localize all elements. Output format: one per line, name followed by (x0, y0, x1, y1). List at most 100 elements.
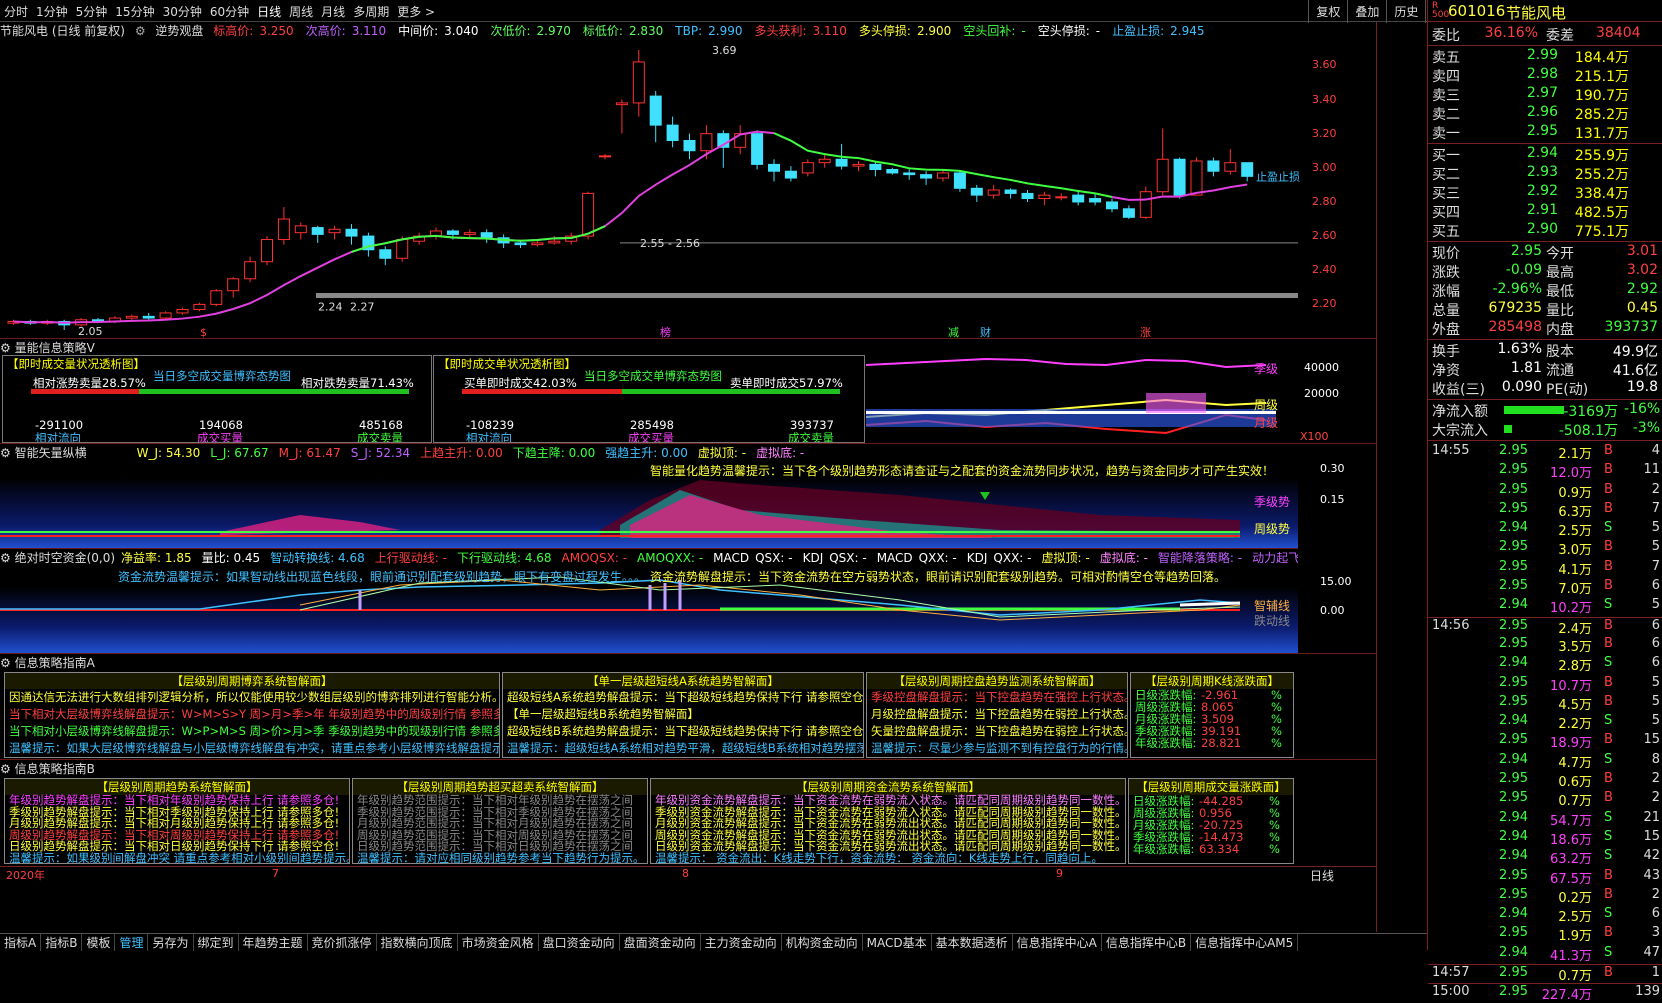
stat2-label: 换手 (1432, 344, 1460, 360)
period-label[interactable]: 日线 (1310, 867, 1334, 884)
tick-side: S (1604, 520, 1613, 536)
tick-volume: 10.7万 (1550, 678, 1592, 694)
order-price: 2.90 (1526, 221, 1558, 237)
order-label: 卖五 (1432, 50, 1460, 66)
toolbar-button-0[interactable]: 复权 (1308, 0, 1347, 23)
event-marker[interactable]: 财 (980, 325, 991, 338)
period-tab-10[interactable]: 更多 > (397, 3, 435, 20)
period-tab-1[interactable]: 1分钟 (36, 3, 68, 20)
candle (852, 163, 865, 167)
stat-label2: 量比 (1546, 303, 1574, 319)
stat-label2: 今开 (1546, 246, 1574, 262)
bottom-tab-16[interactable]: 信息指挥中心A (1013, 934, 1102, 951)
order-volume: 255.2万 (1574, 167, 1629, 183)
pct-label: 年级涨跌幅: (1135, 736, 1197, 750)
event-marker[interactable]: 榜 (660, 325, 671, 338)
stat-row: 涨幅 -2.96% 最低 2.92 (1428, 281, 1662, 300)
bottom-tab-3[interactable]: 管理 (115, 934, 149, 951)
bottom-tab-15[interactable]: 基本数据透析 (932, 934, 1013, 951)
bottom-tab-5[interactable]: 绑定到 (194, 934, 239, 951)
gear-icon[interactable]: ⚙ (0, 551, 15, 564)
box-title: 【层级别周期博弈系统智解面】 (5, 673, 499, 689)
candle (1190, 160, 1203, 196)
tick-count: 6 (1651, 578, 1660, 594)
tick-count: 11 (1643, 462, 1660, 478)
tick-price: 2.94 (1499, 809, 1528, 825)
tick-volume: 4.7万 (1558, 755, 1592, 771)
bottom-tab-7[interactable]: 竞价抓涨停 (308, 934, 377, 951)
bottom-tab-17[interactable]: 信息指挥中心B (1102, 934, 1192, 951)
info-value: 2.830 (628, 24, 664, 38)
box-line: 温馨提示：尽量少参与监测不到有控盘行为的行情。 (871, 741, 1128, 755)
weibi-value: 36.16% (1484, 25, 1538, 41)
gear-icon[interactable]: ⚙ (0, 656, 15, 670)
stock-name: 节能风电 (1506, 4, 1567, 22)
tick-row: 14:57 2.95 0.7万 B 1 (1428, 964, 1662, 984)
period-tab-2[interactable]: 5分钟 (76, 3, 108, 20)
box-title: 【层级别周期控盘趋势监测系统智解面】 (867, 673, 1127, 689)
stat2-label2: 股本 (1546, 344, 1574, 360)
period-tab-9[interactable]: 多周期 (353, 3, 389, 20)
order-volume: 482.5万 (1574, 205, 1629, 221)
bottom-tab-6[interactable]: 年趋势主题 (239, 934, 308, 951)
bottom-tab-18[interactable]: 信息指挥中心AM5 (1191, 934, 1299, 951)
tick-row: 2.94 2.5万 S 6 (1428, 906, 1662, 925)
period-tab-7[interactable]: 周线 (289, 3, 313, 20)
bottom-tab-4[interactable]: 另存为 (148, 934, 194, 951)
period-tab-4[interactable]: 30分钟 (163, 3, 202, 20)
tick-price: 2.95 (1499, 732, 1528, 748)
bottom-tab-11[interactable]: 盘面资金动向 (620, 934, 701, 951)
p3-item: 智能降落策略: - (1157, 551, 1243, 564)
candlestick-chart[interactable]: 3.69 2.05 2.55 - 2.56 2.24 2.27 止盈止损 $ 榜 减 财 涨 (0, 40, 1376, 338)
bottom-tab-13[interactable]: 机构资金动向 (782, 934, 863, 951)
candle (953, 172, 966, 189)
tick-side: B (1604, 500, 1613, 516)
flow-label: 净流入额 (1432, 404, 1488, 420)
tick-row: 2.95 0.7万 B 2 (1428, 790, 1662, 809)
info-value: 2.970 (536, 24, 571, 38)
event-marker[interactable]: $ (200, 326, 207, 338)
bar-green (139, 389, 409, 394)
tick-price: 2.95 (1499, 886, 1528, 902)
order-price: 2.98 (1526, 66, 1558, 82)
period-tab-3[interactable]: 15分钟 (115, 3, 154, 20)
bottom-tab-0[interactable]: 指标A (0, 934, 42, 951)
period-tab-0[interactable]: 分时 (4, 3, 28, 20)
flow-label: 大宗流入 (1432, 423, 1488, 439)
gear-icon[interactable]: ⚙ (0, 341, 15, 355)
period-tab-6[interactable]: 日线 (257, 3, 281, 20)
panel1-header: ⚙ 量能信息策略V (0, 338, 1376, 355)
bottom-tab-9[interactable]: 市场资金风格 (458, 934, 539, 951)
stat2-value: 0.090 (1501, 379, 1542, 395)
gear-icon[interactable]: ⚙ (0, 446, 15, 460)
tick-side: S (1604, 713, 1613, 729)
box-panelA-b4: 【层级别周期K线涨跌面】 日级涨跌幅: -2.961% 周级涨跌幅: 8.065% 月级涨… (1130, 672, 1294, 758)
bottom-tabs: 指标A 指标B 模板 管理 另存为 绑定到 年趋势主题 竞价抓涨停 指数横向顶底 市场资金风格 盘口… (0, 933, 1440, 951)
period-tab-5[interactable]: 60分钟 (210, 3, 249, 20)
tick-side: S (1604, 809, 1613, 825)
tick-row: 2.95 4.5万 B 5 (1428, 694, 1662, 713)
tick-volume: 2.8万 (1558, 659, 1592, 675)
gear-icon[interactable]: ⚙ (0, 762, 15, 776)
order-price: 2.94 (1526, 145, 1558, 161)
toolbar-button-1[interactable]: 叠加 (1347, 0, 1386, 23)
toolbar-button-2[interactable]: 历史 (1386, 0, 1425, 23)
candle (920, 174, 933, 179)
event-marker[interactable]: 减 (948, 326, 959, 338)
tick-row: 2.94 18.6万 S 15 (1428, 829, 1662, 848)
bottom-tab-10[interactable]: 盘口资金动向 (539, 934, 620, 951)
bottom-tab-2[interactable]: 模板 (82, 934, 116, 951)
tick-side: B (1604, 693, 1613, 709)
tag-season: 季级 (1254, 362, 1279, 376)
bottom-tab-12[interactable]: 主力资金动向 (701, 934, 782, 951)
tick-count: 2 (1651, 886, 1660, 902)
tick-volume: 10.2万 (1550, 601, 1592, 617)
bottom-tab-8[interactable]: 指数横向顶底 (377, 934, 458, 951)
bottom-tab-14[interactable]: MACD基本 (863, 934, 932, 951)
strategy-name[interactable]: 逆势观盘 (155, 24, 203, 38)
tick-volume: 2.5万 (1558, 910, 1592, 926)
event-marker[interactable]: 涨 (1140, 326, 1151, 338)
gear-icon[interactable]: ⚙ (135, 24, 146, 38)
period-tab-8[interactable]: 月线 (321, 3, 345, 20)
bottom-tab-1[interactable]: 指标B (41, 934, 83, 951)
